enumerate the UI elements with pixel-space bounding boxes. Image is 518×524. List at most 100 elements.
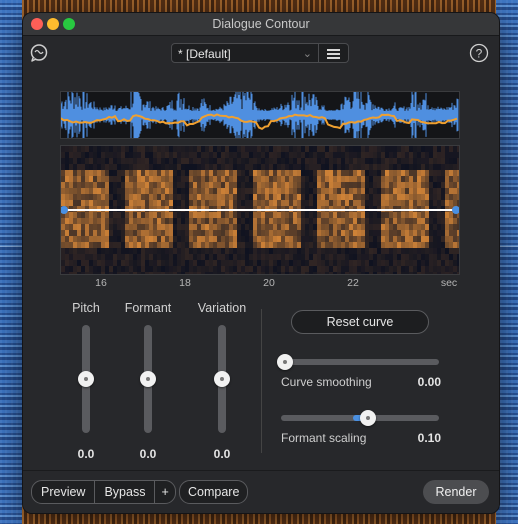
spectrogram-cell	[141, 194, 145, 200]
reset-curve-button[interactable]: Reset curve	[291, 310, 429, 334]
compare-button[interactable]: Compare	[179, 480, 249, 504]
spectrogram-cell	[129, 230, 133, 236]
pitch-slider[interactable]	[78, 325, 94, 433]
preview-button[interactable]: Preview	[32, 481, 96, 503]
spectrogram-cell	[381, 254, 385, 260]
spectrogram-cell	[457, 260, 459, 266]
spectrogram-cell	[113, 248, 117, 254]
spectrogram-cell	[205, 266, 209, 272]
spectrogram-cell	[421, 266, 425, 272]
spectrogram-cell	[345, 236, 349, 242]
spectrogram-cell	[269, 236, 273, 242]
formant-scaling-thumb[interactable]	[360, 410, 376, 426]
formant-slider[interactable]	[140, 325, 156, 433]
spectrogram-cell	[117, 260, 121, 266]
spectrogram-cell	[317, 212, 321, 218]
spectrogram-cell	[285, 230, 289, 236]
spectrogram-cell	[301, 242, 305, 248]
formant-slider-thumb[interactable]	[140, 371, 156, 387]
spectrogram-cell	[373, 194, 377, 200]
spectrogram-cell	[445, 266, 449, 272]
bypass-button[interactable]: Bypass	[95, 481, 156, 503]
spectrogram-cell	[453, 242, 457, 248]
spectrogram-cell	[65, 272, 69, 274]
spectrogram-cell	[209, 248, 213, 254]
spectrogram-cell	[253, 170, 257, 176]
spectrogram-cell	[309, 158, 313, 164]
spectrogram-cell	[329, 158, 333, 164]
preset-dropdown[interactable]: * [Default] ⌄	[171, 43, 319, 63]
spectrogram-cell	[333, 260, 337, 266]
spectrogram-cell	[301, 194, 305, 200]
preset-menu-button[interactable]	[319, 43, 349, 63]
spectrogram-cell	[285, 266, 289, 272]
spectrogram-cell	[125, 170, 129, 176]
spectrogram-cell	[237, 236, 241, 242]
spectrogram-cell	[397, 212, 401, 218]
spectrogram-cell	[197, 260, 201, 266]
render-button[interactable]: Render	[423, 480, 489, 504]
spectrogram-cell	[405, 242, 409, 248]
spectrogram-cell	[241, 272, 245, 274]
spectrogram-cell	[381, 272, 385, 274]
spectrogram-cell	[81, 212, 85, 218]
spectrogram-cell	[117, 176, 121, 182]
spectrogram-cell	[381, 170, 385, 176]
waveform-overview[interactable]	[60, 84, 460, 146]
time-axis: 16 18 20 22 sec	[60, 277, 460, 293]
variation-slider-thumb[interactable]	[214, 371, 230, 387]
spectrogram-cell	[173, 236, 177, 242]
spectrogram-cell	[85, 170, 89, 176]
formant-scaling-slider[interactable]	[281, 410, 439, 426]
variation-slider[interactable]	[214, 325, 230, 433]
spectrogram-cell	[217, 188, 221, 194]
spectrogram-cell	[449, 266, 453, 272]
add-bypass-button[interactable]: +	[155, 481, 174, 503]
spectrogram-cell	[193, 236, 197, 242]
spectrogram-cell	[177, 188, 181, 194]
spectrogram-cell	[133, 176, 137, 182]
spectrogram-cell	[249, 194, 253, 200]
spectrogram-cell	[281, 248, 285, 254]
question-icon[interactable]: ?	[469, 43, 489, 63]
spectrogram-cell	[449, 170, 453, 176]
spectrogram-cell	[217, 218, 221, 224]
spectrogram-cell	[413, 158, 417, 164]
spectrogram-cell	[141, 182, 145, 188]
pitch-slider-thumb[interactable]	[78, 371, 94, 387]
spectrogram-cell	[233, 224, 237, 230]
spectrogram-cell	[85, 218, 89, 224]
spectrogram-view[interactable]	[60, 145, 460, 275]
spectrogram-cell	[69, 194, 73, 200]
spectrogram-cell	[445, 272, 449, 274]
spectrogram-cell	[313, 188, 317, 194]
spectrogram-cell	[117, 200, 121, 206]
spectrogram-cell	[133, 182, 137, 188]
spectrogram-cell	[153, 176, 157, 182]
spectrogram-cell	[249, 266, 253, 272]
spectrogram-cell	[353, 200, 357, 206]
spectrogram-cell	[101, 254, 105, 260]
spectrogram-cell	[105, 182, 109, 188]
spectrogram-cell	[373, 260, 377, 266]
spectrogram-cell	[277, 224, 281, 230]
spectrogram-cell	[365, 212, 369, 218]
spectrogram-cell	[289, 224, 293, 230]
spectrogram-cell	[365, 158, 369, 164]
spectrogram-cell	[229, 230, 233, 236]
spectrogram-cell	[313, 230, 317, 236]
chat-bubble-icon[interactable]	[29, 43, 49, 63]
spectrogram-cell	[309, 254, 313, 260]
spectrogram-cell	[405, 200, 409, 206]
spectrogram-cell	[245, 194, 249, 200]
spectrogram-cell	[229, 158, 233, 164]
spectrogram-cell	[237, 176, 241, 182]
curve-smoothing-slider[interactable]	[277, 354, 439, 370]
curve-smoothing-thumb[interactable]	[277, 354, 293, 370]
spectrogram-cell	[381, 146, 385, 152]
spectrogram-cell	[189, 200, 193, 206]
spectrogram-cell	[441, 242, 445, 248]
spectrogram-cell	[257, 230, 261, 236]
spectrogram-cell	[81, 182, 85, 188]
spectrogram-cell	[305, 242, 309, 248]
